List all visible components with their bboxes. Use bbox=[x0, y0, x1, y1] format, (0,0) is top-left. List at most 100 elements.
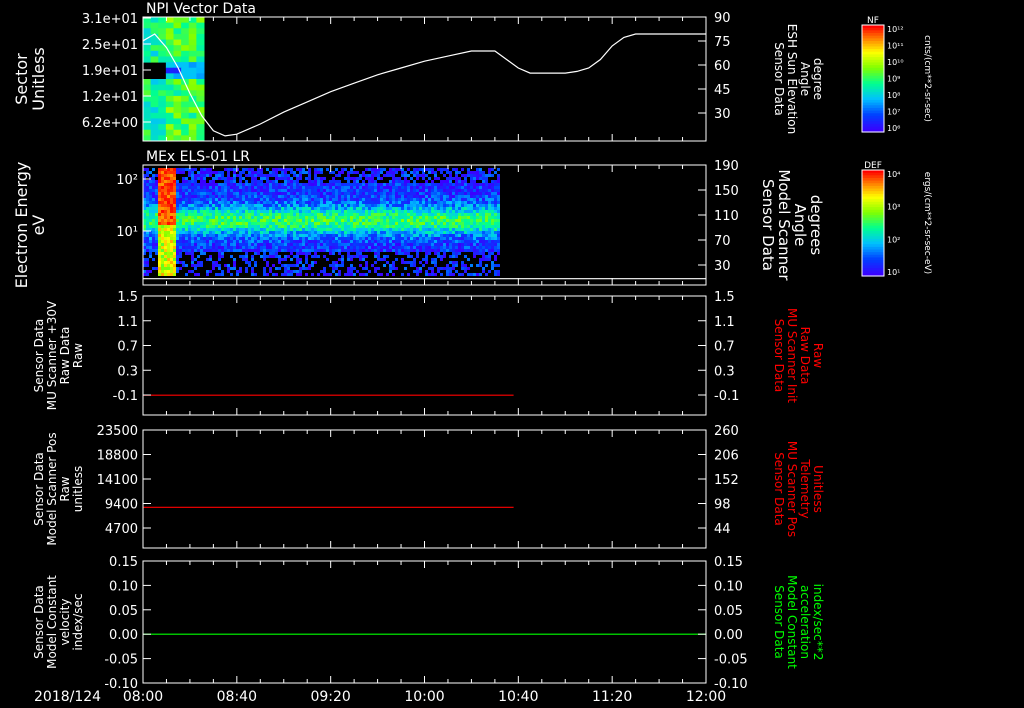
spectrogram-cell bbox=[236, 273, 239, 276]
spectrogram-cell bbox=[209, 237, 212, 240]
spectrogram-cell bbox=[215, 198, 218, 201]
spectrogram-cell bbox=[389, 201, 392, 204]
left-axis-label: Sensor Data bbox=[32, 319, 46, 393]
spectrogram-cell bbox=[233, 213, 236, 216]
spectrogram-cell bbox=[341, 186, 344, 189]
spectrogram-cell bbox=[176, 210, 179, 213]
spectrogram-cell bbox=[353, 201, 356, 204]
spectrogram-cell bbox=[380, 171, 383, 174]
spectrogram-cell bbox=[278, 168, 281, 171]
spectrogram-cell bbox=[374, 267, 377, 270]
spectrogram-cell bbox=[407, 249, 410, 252]
spectrogram-cell bbox=[305, 189, 308, 192]
spectrogram-cell bbox=[353, 243, 356, 246]
spectrogram-cell bbox=[485, 255, 488, 258]
spectrogram-cell bbox=[275, 189, 278, 192]
spectrogram-cell bbox=[422, 225, 425, 228]
spectrogram-cell bbox=[431, 216, 434, 219]
spectrogram-cell bbox=[161, 192, 164, 195]
spectrogram-cell bbox=[311, 228, 314, 231]
spectrogram-cell bbox=[167, 228, 170, 231]
spectrogram-cell bbox=[482, 237, 485, 240]
spectrogram-cell bbox=[473, 177, 476, 180]
spectrogram-cell bbox=[263, 174, 266, 177]
spectrogram-cell bbox=[308, 189, 311, 192]
spectrogram-cell bbox=[467, 174, 470, 177]
spectrogram-cell bbox=[347, 210, 350, 213]
spectrogram-cell bbox=[395, 222, 398, 225]
spectrogram-cell bbox=[377, 234, 380, 237]
colorbar-tick-label: 10¹⁰ bbox=[887, 58, 904, 67]
spectrogram-cell bbox=[188, 62, 197, 69]
spectrogram-cell bbox=[329, 204, 332, 207]
spectrogram-cell bbox=[482, 255, 485, 258]
spectrogram-cell bbox=[206, 174, 209, 177]
spectrogram-cell bbox=[338, 252, 341, 255]
left-tick-label: 1.9e+01 bbox=[82, 64, 138, 79]
spectrogram-cell bbox=[407, 189, 410, 192]
spectrogram-cell bbox=[332, 219, 335, 222]
spectrogram-cell bbox=[413, 189, 416, 192]
spectrogram-cell bbox=[485, 189, 488, 192]
spectrogram-cell bbox=[158, 118, 167, 125]
spectrogram-cell bbox=[218, 189, 221, 192]
spectrogram-cell bbox=[152, 258, 155, 261]
spectrogram-cell bbox=[251, 222, 254, 225]
spectrogram-cell bbox=[284, 171, 287, 174]
spectrogram-cell bbox=[443, 237, 446, 240]
spectrogram-cell bbox=[407, 231, 410, 234]
spectrogram-cell bbox=[437, 195, 440, 198]
spectrogram-cell bbox=[167, 210, 170, 213]
spectrogram-cell bbox=[446, 180, 449, 183]
spectrogram-cell bbox=[446, 225, 449, 228]
spectrogram-cell bbox=[224, 204, 227, 207]
spectrogram-cell bbox=[272, 189, 275, 192]
spectrogram-cell bbox=[365, 249, 368, 252]
spectrogram-cell bbox=[272, 213, 275, 216]
spectrogram-cell bbox=[425, 219, 428, 222]
right-axis-label: ESH Sun Elevation bbox=[785, 24, 799, 134]
spectrogram-cell bbox=[296, 192, 299, 195]
spectrogram-cell bbox=[275, 222, 278, 225]
spectrogram-cell bbox=[275, 201, 278, 204]
spectrogram-cell bbox=[146, 273, 149, 276]
spectrogram-cell bbox=[320, 201, 323, 204]
spectrogram-cell bbox=[353, 204, 356, 207]
spectrogram-cell bbox=[443, 225, 446, 228]
spectrogram-cell bbox=[455, 249, 458, 252]
spectrogram-cell bbox=[269, 186, 272, 189]
spectrogram-cell bbox=[167, 195, 170, 198]
spectrogram-cell bbox=[254, 264, 257, 267]
spectrogram-cell bbox=[425, 225, 428, 228]
spectrogram-cell bbox=[314, 189, 317, 192]
spectrogram-cell bbox=[461, 228, 464, 231]
spectrogram-cell bbox=[371, 195, 374, 198]
spectrogram-cell bbox=[350, 177, 353, 180]
spectrogram-cell bbox=[467, 237, 470, 240]
spectrogram-cell bbox=[287, 246, 290, 249]
spectrogram-cell bbox=[203, 204, 206, 207]
spectrogram-cell bbox=[284, 231, 287, 234]
spectrogram-cell bbox=[488, 201, 491, 204]
spectrogram-cell bbox=[383, 249, 386, 252]
spectrogram-cell bbox=[344, 249, 347, 252]
spectrogram-cell bbox=[209, 195, 212, 198]
spectrogram-cell bbox=[371, 186, 374, 189]
spectrogram-cell bbox=[185, 264, 188, 267]
spectrogram-cell bbox=[410, 195, 413, 198]
spectrogram-cell bbox=[350, 189, 353, 192]
spectrogram-cell bbox=[161, 246, 164, 249]
spectrogram-cell bbox=[257, 171, 260, 174]
spectrogram-cell bbox=[479, 240, 482, 243]
spectrogram-cell bbox=[314, 168, 317, 171]
spectrogram-cell bbox=[155, 222, 158, 225]
spectrogram-cell bbox=[293, 195, 296, 198]
spectrogram-cell bbox=[146, 249, 149, 252]
spectrogram-cell bbox=[155, 240, 158, 243]
spectrogram-cell bbox=[404, 198, 407, 201]
spectrogram-cell bbox=[434, 192, 437, 195]
spectrogram-cell bbox=[191, 234, 194, 237]
spectrogram-cell bbox=[371, 216, 374, 219]
spectrogram-cell bbox=[272, 192, 275, 195]
spectrogram-cell bbox=[398, 219, 401, 222]
